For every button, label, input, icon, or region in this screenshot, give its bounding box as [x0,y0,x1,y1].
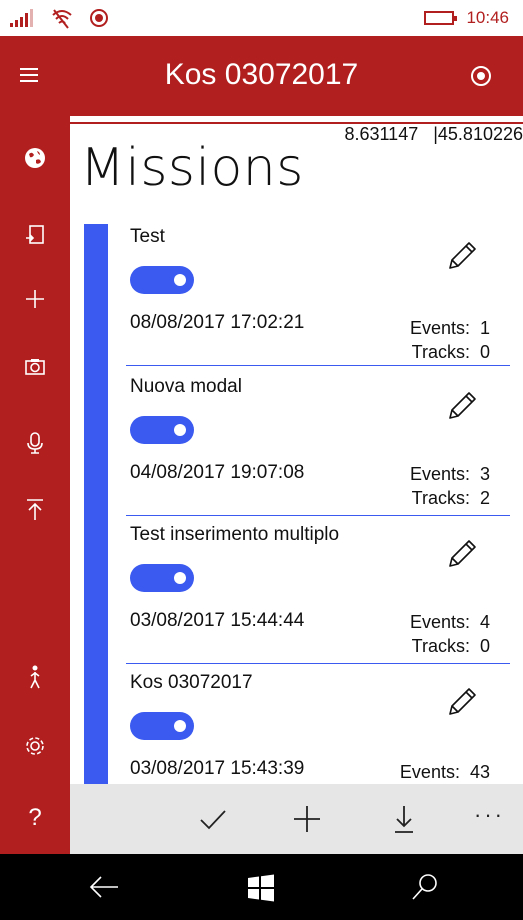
settings-icon[interactable] [0,734,70,763]
microphone-icon[interactable] [0,431,70,460]
mission-toggle[interactable] [130,564,194,592]
more-icon[interactable]: ··· [474,802,505,828]
mission-toggle[interactable] [130,416,194,444]
back-icon[interactable] [88,872,120,902]
app-title: Kos 03072017 [164,58,359,91]
mission-events: Events: 4 [409,612,490,632]
hiker-icon[interactable] [0,664,70,695]
help-icon[interactable]: ? [0,806,70,830]
camera-icon[interactable] [0,356,70,383]
system-nav-bar [0,854,523,920]
coordinates: 8.631147 |45.810226 [344,124,523,144]
mission-date: 08/08/2017 17:02:21 [130,312,305,333]
download-icon[interactable] [392,804,416,834]
globe-icon[interactable] [0,146,70,175]
mission-item[interactable]: Nuova modal 04/08/2017 19:07:08 Events: … [126,368,510,516]
mission-item[interactable]: Test 08/08/2017 17:02:21 Events: 1 Track… [126,218,510,366]
mission-toggle[interactable] [130,712,194,740]
edit-pencil-icon[interactable] [444,536,480,572]
edit-pencil-icon[interactable] [444,684,480,720]
mission-name: Test [130,226,165,247]
status-bar: 10:46 [0,0,523,36]
latitude: 45.810226 [437,124,523,144]
main-content: 8.631147 |45.810226 Missions Test 08/08/… [70,116,523,784]
mission-item[interactable]: Test inserimento multiplo 03/08/2017 15:… [126,516,510,664]
upload-icon[interactable] [0,498,70,527]
search-icon[interactable] [410,872,440,902]
record-icon[interactable] [471,66,491,86]
edit-pencil-icon[interactable] [444,238,480,274]
mission-name: Nuova modal [130,376,242,397]
mission-item[interactable]: Kos 03072017 03/08/2017 15:43:39 Events:… [126,664,510,784]
mission-date: 04/08/2017 19:07:08 [130,462,305,483]
add-icon[interactable] [0,288,70,315]
mission-tracks: Tracks: 0 [411,342,490,362]
check-icon[interactable] [198,808,228,832]
command-bar: ··· [70,784,523,854]
mission-events: Events: 1 [409,318,490,338]
mission-toggle[interactable] [130,266,194,294]
selection-indicator [84,224,108,784]
signal-icon [10,9,33,27]
battery-icon [424,11,458,25]
clock: 10:46 [466,8,509,27]
add-icon[interactable] [292,804,322,834]
mission-events: Events: 43 [399,762,490,782]
mission-name: Kos 03072017 [130,672,253,693]
mission-tracks: Tracks: 2 [411,488,490,508]
mission-date: 03/08/2017 15:44:44 [130,610,305,631]
mission-tracks: Tracks: 0 [411,636,490,656]
sidebar: ? [0,116,70,854]
edit-pencil-icon[interactable] [444,388,480,424]
wifi-icon [51,9,72,29]
mission-name: Test inserimento multiplo [130,524,340,545]
longitude: 8.631147 [344,124,419,144]
windows-start-icon[interactable] [246,874,276,902]
page-title: Missions [80,138,304,198]
mission-date: 03/08/2017 15:43:39 [130,758,305,779]
import-icon[interactable] [0,224,70,251]
app-bar: Kos 03072017 [0,36,523,116]
mission-events: Events: 3 [409,464,490,484]
location-icon [89,8,109,28]
